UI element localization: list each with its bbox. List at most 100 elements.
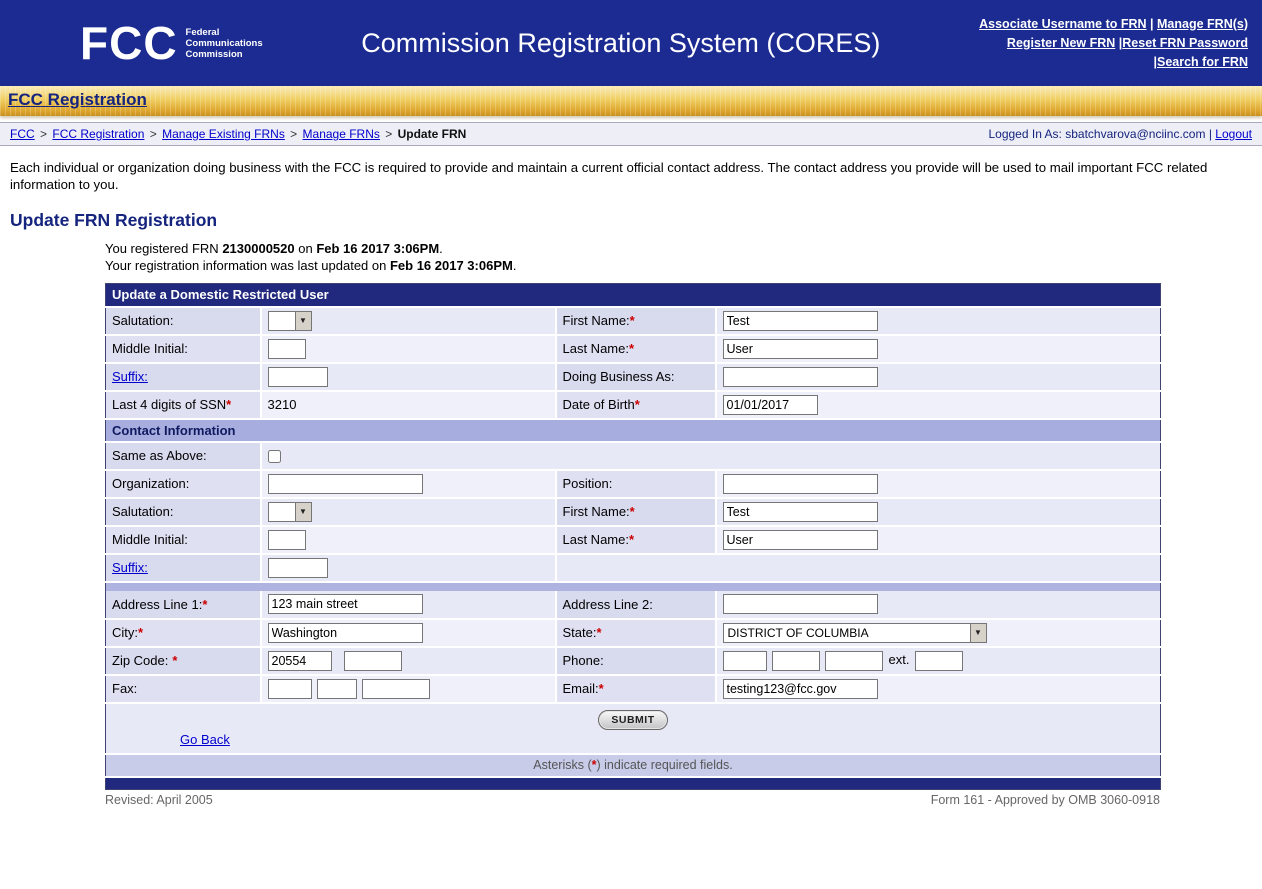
header-nav-line: Associate Username to FRN | Manage FRN(s… [979,15,1248,34]
registration-info: You registered FRN 2130000520 on Feb 16 … [105,241,1262,274]
header: FCC Federal Communications Commission Co… [0,0,1262,86]
address-line1-input[interactable] [268,594,423,614]
contact-last-name-input[interactable] [723,530,878,550]
required-asterisk: * [138,625,143,640]
login-info: Logged In As: sbatchvarova@nciinc.com | … [988,127,1252,141]
contact-salutation-label: Salutation: [106,498,261,526]
form-row-middle-initial: Middle Initial: Last Name:* [106,335,1161,363]
zip-plus4-input[interactable] [344,651,402,671]
register-new-frn-link[interactable]: Register New FRN [1007,36,1115,50]
required-asterisk: * [630,504,635,519]
organization-input[interactable] [268,474,423,494]
zip-input[interactable] [268,651,332,671]
suffix-input[interactable] [268,367,328,387]
address-line2-label: Address Line 2: [556,591,716,619]
contact-first-name-input[interactable] [723,502,878,522]
state-select[interactable]: DISTRICT OF COLUMBIA▼ [723,623,987,643]
manage-frns-link[interactable]: Manage FRN(s) [1157,17,1248,31]
state-selected-value: DISTRICT OF COLUMBIA [724,624,970,642]
breadcrumb-bar: FCC > FCC Registration > Manage Existing… [0,122,1262,146]
contact-salutation-select[interactable]: ▼ [268,502,312,522]
position-label: Position: [556,470,716,498]
dob-label-cell: Date of Birth* [556,391,716,419]
breadcrumb-manage-existing-frns[interactable]: Manage Existing FRNs [162,127,285,141]
page-title: Update FRN Registration [10,210,1262,231]
first-name-label: First Name: [563,313,630,328]
contact-first-name-label: First Name: [563,504,630,519]
form-row-address1: Address Line 1:* Address Line 2: [106,591,1161,619]
fcc-registration-link[interactable]: FCC Registration [8,90,147,110]
form-row-contact-middle-initial: Middle Initial: Last Name:* [106,526,1161,554]
form-row-ssn-dob: Last 4 digits of SSN* 3210 Date of Birth… [106,391,1161,419]
dropdown-arrow-icon: ▼ [295,312,311,330]
same-as-above-checkbox[interactable] [268,450,281,463]
page: FCC Federal Communications Commission Co… [0,0,1262,889]
address-line2-input[interactable] [723,594,878,614]
first-name-label-cell: First Name:* [556,307,716,335]
required-note-row: Asterisks (*) indicate required fields. [106,754,1161,777]
dropdown-arrow-icon: ▼ [970,624,986,642]
reset-frn-password-link[interactable]: Reset FRN Password [1122,36,1248,50]
associate-username-to-frn-link[interactable]: Associate Username to FRN [979,17,1146,31]
header-nav-line: Register New FRN |Reset FRN Password [979,34,1248,53]
form-section-header-row: Update a Domestic Restricted User [106,284,1161,307]
update-frn-form: Update a Domestic Restricted User Saluta… [105,283,1161,790]
ssn-label-cell: Last 4 digits of SSN* [106,391,261,419]
form-row-contact-suffix: Suffix: [106,554,1161,582]
contact-suffix-link[interactable]: Suffix: [112,560,148,575]
fcc-logo: FCC Federal Communications Commission [80,20,263,66]
dropdown-arrow-icon: ▼ [295,503,311,521]
logout-link[interactable]: Logout [1215,127,1252,141]
position-input[interactable] [723,474,878,494]
phone-prefix-input[interactable] [772,651,820,671]
search-for-frn-link[interactable]: Search for FRN [1157,55,1248,69]
doing-business-as-input[interactable] [723,367,878,387]
contact-last-name-label: Last Name: [563,532,629,547]
city-input[interactable] [268,623,423,643]
fcc-registration-banner: FCC Registration [0,86,1262,116]
frn-number: 2130000520 [222,241,294,256]
form-row-organization: Organization: Position: [106,470,1161,498]
breadcrumb-fcc[interactable]: FCC [10,127,35,141]
email-input[interactable] [723,679,878,699]
address-line1-label: Address Line 1: [112,597,202,612]
contact-first-name-label-cell: First Name:* [556,498,716,526]
go-back-link[interactable]: Go Back [180,732,230,747]
submit-button[interactable]: SUBMIT [598,710,667,730]
form-row-salutation: Salutation: ▼ First Name:* [106,307,1161,335]
salutation-label: Salutation: [106,307,261,335]
contact-middle-initial-input[interactable] [268,530,306,550]
breadcrumb-manage-frns[interactable]: Manage FRNs [303,127,380,141]
dob-input[interactable] [723,395,818,415]
form-row-suffix: Suffix: Doing Business As: [106,363,1161,391]
fax-line-input[interactable] [362,679,430,699]
middle-initial-input[interactable] [268,339,306,359]
header-nav-line: |Search for FRN [979,53,1248,72]
phone-line-input[interactable] [825,651,883,671]
first-name-input[interactable] [723,311,878,331]
fax-area-input[interactable] [268,679,312,699]
contact-information-header-row: Contact Information [106,419,1161,442]
separator: | [1209,127,1212,141]
dob-label: Date of Birth [563,397,635,412]
phone-ext-input[interactable] [915,651,963,671]
form-row-city-state: City:* State:* DISTRICT OF COLUMBIA▼ [106,619,1161,647]
contact-suffix-input[interactable] [268,558,328,578]
contact-information-title: Contact Information [106,419,1161,442]
required-asterisk: * [599,681,604,696]
fax-prefix-input[interactable] [317,679,357,699]
footer-form-approval: Form 161 - Approved by OMB 3060-0918 [931,793,1160,807]
doing-business-as-label: Doing Business As: [556,363,716,391]
contact-last-name-label-cell: Last Name:* [556,526,716,554]
salutation-select[interactable]: ▼ [268,311,312,331]
suffix-link[interactable]: Suffix: [112,369,148,384]
middle-initial-label: Middle Initial: [106,335,261,363]
breadcrumb-fcc-registration[interactable]: FCC Registration [52,127,144,141]
registered-date: Feb 16 2017 3:06PM [316,241,439,256]
phone-area-input[interactable] [723,651,767,671]
last-name-input[interactable] [723,339,878,359]
state-label: State: [563,625,597,640]
contact-middle-initial-label: Middle Initial: [106,526,261,554]
phone-label: Phone: [556,647,716,675]
form-section-title: Update a Domestic Restricted User [106,284,1161,307]
